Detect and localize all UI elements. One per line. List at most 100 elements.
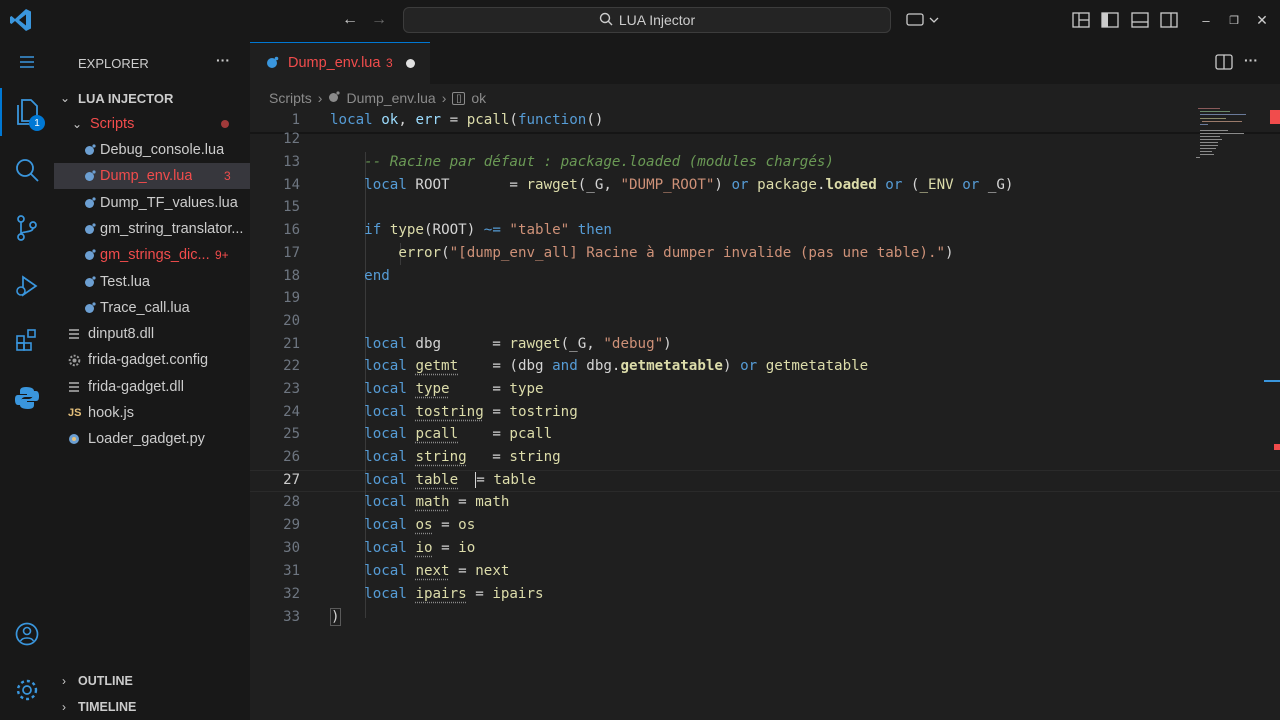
code-line-18[interactable]: end (330, 268, 390, 284)
unsaved-dot-icon[interactable] (406, 59, 415, 68)
root-folder-label: LUA INJECTOR (78, 90, 174, 106)
line-number: 14 (283, 177, 300, 193)
variable-symbol-icon: [] (452, 91, 466, 105)
code-line-22[interactable]: local getmt = (dbg and dbg.getmetatable)… (330, 358, 868, 374)
search-icon (599, 12, 613, 29)
lua-file-icon (328, 90, 341, 106)
chevron-right-icon: › (62, 700, 66, 714)
code-line-1[interactable]: local ok, err = pcall(function() (330, 112, 603, 128)
code-line-24[interactable]: local tostring = tostring (330, 404, 578, 420)
code-line-23[interactable]: local type = type (330, 381, 543, 397)
code-line-33[interactable]: ) (330, 608, 341, 626)
copilot-chat-icon[interactable] (905, 10, 941, 30)
file-row[interactable]: gm_strings_dic... 9+ (54, 242, 250, 268)
file-row[interactable]: frida-gadget.config (54, 347, 250, 373)
toggle-panel-icon[interactable] (1130, 10, 1150, 30)
code-line-29[interactable]: local os = os (330, 517, 475, 533)
lua-file-icon (84, 170, 100, 182)
explorer-icon[interactable] (0, 88, 54, 136)
forward-arrow-icon[interactable]: → (369, 10, 389, 30)
more-actions-icon[interactable]: ··· (216, 52, 230, 68)
file-label: Dump_env.lua (100, 168, 193, 185)
scripts-folder-row[interactable]: ⌄ Scripts (54, 111, 250, 137)
command-center-search[interactable]: LUA Injector (403, 7, 891, 33)
code-line-13[interactable]: -- Racine par défaut : package.loaded (m… (330, 154, 834, 170)
tab-dump-env[interactable]: Dump_env.lua 3 (250, 42, 430, 84)
file-row[interactable]: Dump_TF_values.lua (54, 190, 250, 216)
split-editor-icon[interactable] (1214, 52, 1234, 72)
vscode-logo-icon[interactable] (10, 8, 32, 32)
line-number: 20 (283, 313, 300, 329)
line-number: 26 (283, 449, 300, 465)
accounts-icon[interactable] (0, 610, 54, 658)
code-line-26[interactable]: local string = string (330, 449, 560, 465)
run-debug-icon[interactable] (0, 262, 54, 310)
breadcrumb-item-symbol[interactable]: ok (471, 90, 486, 106)
python-icon[interactable] (0, 374, 54, 422)
root-folder-row[interactable]: ⌄ LUA INJECTOR (54, 85, 250, 111)
file-label: dinput8.dll (88, 326, 155, 343)
code-line-21[interactable]: local dbg = rawget(_G, "debug") (330, 336, 672, 352)
line-number: 13 (283, 154, 300, 170)
close-window-icon[interactable]: ✕ (1252, 10, 1272, 30)
settings-gear-icon[interactable] (0, 666, 54, 714)
file-row[interactable]: JS hook.js (54, 400, 250, 426)
search-text: LUA Injector (618, 12, 696, 28)
chevron-right-icon: › (62, 674, 66, 688)
file-row[interactable]: Trace_call.lua (54, 295, 250, 321)
customize-layout-icon[interactable] (1071, 10, 1091, 30)
editor-more-actions-icon[interactable]: ··· (1244, 52, 1258, 68)
back-arrow-icon[interactable]: ← (340, 10, 360, 30)
code-line-16[interactable]: if type(ROOT) ~= "table" then (330, 222, 612, 238)
minimap[interactable] (1194, 106, 1264, 160)
code-line-32[interactable]: local ipairs = ipairs (330, 586, 543, 602)
line-number: 30 (283, 540, 300, 556)
file-label: Dump_TF_values.lua (100, 194, 238, 211)
code-line-17[interactable]: error("[dump_env_all] Racine à dumper in… (330, 245, 953, 261)
file-row[interactable]: dinput8.dll (54, 321, 250, 347)
file-row[interactable]: Loader_gadget.py (54, 426, 250, 452)
tab-label: Dump_env.lua (288, 55, 381, 71)
line-number: 32 (283, 586, 300, 602)
timeline-section[interactable]: › TIMELINE (54, 694, 250, 720)
line-number: 33 (283, 609, 300, 625)
code-line-25[interactable]: local pcall = pcall (330, 426, 552, 442)
code-line-27[interactable]: local table = table (330, 472, 536, 488)
restore-window-icon[interactable]: ❐ (1224, 10, 1244, 30)
source-control-icon[interactable] (0, 204, 54, 252)
file-label: hook.js (88, 405, 134, 421)
line-number: 28 (283, 494, 300, 510)
lua-file-icon (84, 249, 100, 261)
line-number: 22 (283, 358, 300, 374)
file-row[interactable]: gm_string_translator... (54, 216, 250, 242)
extensions-icon[interactable] (0, 316, 54, 364)
outline-section[interactable]: › OUTLINE (54, 668, 250, 694)
file-row[interactable]: Test.lua (54, 269, 250, 295)
line-number: 25 (283, 426, 300, 442)
search-icon[interactable] (0, 146, 54, 194)
overview-ruler-cursor (1264, 380, 1280, 382)
code-line-30[interactable]: local io = io (330, 540, 475, 556)
line-number: 16 (283, 222, 300, 238)
code-line-31[interactable]: local next = next (330, 563, 509, 579)
lua-file-icon (84, 223, 100, 235)
code-line-28[interactable]: local math = math (330, 494, 509, 510)
file-row[interactable]: Debug_console.lua (54, 137, 250, 163)
menu-icon[interactable] (0, 38, 54, 86)
python-icon (68, 433, 88, 445)
breadcrumb-item-scripts[interactable]: Scripts (269, 90, 312, 106)
toggle-secondary-sidebar-icon[interactable] (1159, 10, 1179, 30)
timeline-label: TIMELINE (78, 700, 137, 714)
toggle-primary-sidebar-icon[interactable] (1100, 10, 1120, 30)
file-label: gm_strings_dic... (100, 247, 210, 264)
line-number: 12 (283, 131, 300, 147)
line-number: 15 (283, 199, 300, 215)
file-row[interactable]: frida-gadget.dll (54, 374, 250, 400)
line-number: 24 (283, 404, 300, 420)
breadcrumb-item-file[interactable]: Dump_env.lua (346, 90, 435, 106)
file-label: gm_string_translator... (100, 220, 244, 237)
line-number: 18 (283, 268, 300, 284)
minimize-window-icon[interactable]: – (1196, 10, 1216, 30)
code-line-14[interactable]: local ROOT = rawget(_G, "DUMP_ROOT") or … (330, 177, 1013, 193)
file-row[interactable]: Dump_env.lua 3 (54, 163, 250, 190)
